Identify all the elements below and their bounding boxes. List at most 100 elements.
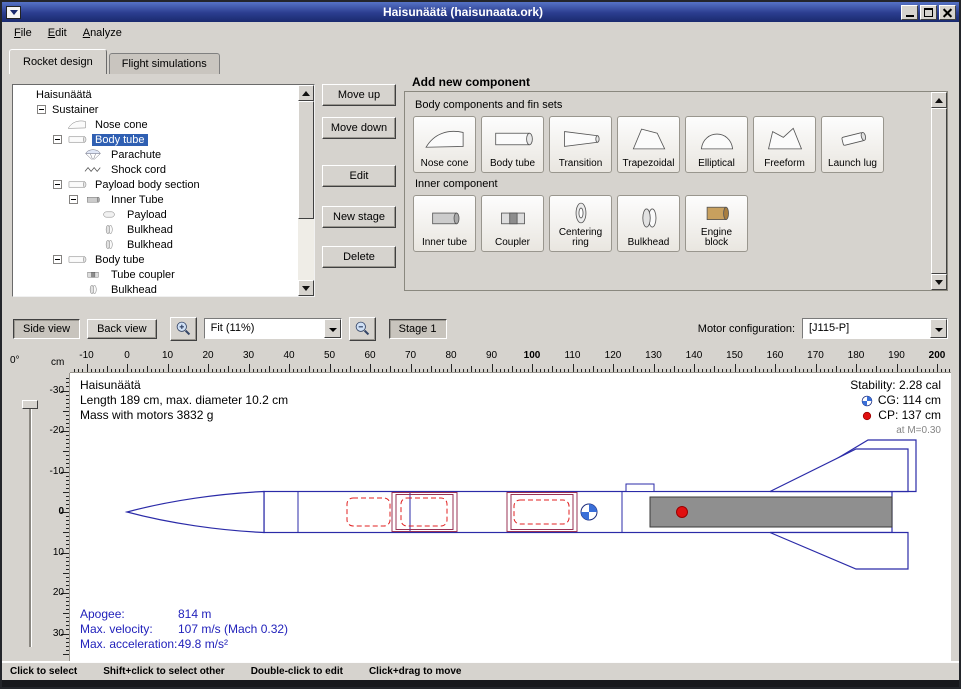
tree-item-parachute[interactable]: Parachute [15, 147, 297, 162]
add-coupler-button[interactable]: Coupler [481, 195, 544, 252]
palette-button-label: Launch lug [828, 159, 877, 170]
cg-icon [861, 395, 873, 407]
add-inner-tube-button[interactable]: Inner tube [413, 195, 476, 252]
tree-item-payload-body-section[interactable]: Payload body section [15, 177, 297, 192]
tree-item-inner-tube[interactable]: Inner Tube [15, 192, 297, 207]
add-trapezoidal-button[interactable]: Trapezoidal [617, 116, 680, 173]
stage-1-button[interactable]: Stage 1 [389, 319, 447, 339]
zoom-out-button[interactable] [349, 317, 376, 341]
palette-button-label: Inner tube [422, 238, 467, 249]
tree-item-bulkhead[interactable]: Bulkhead [15, 222, 297, 237]
tree-item-body-tube[interactable]: Body tube [15, 132, 297, 147]
stability-value: Stability: 2.28 cal [850, 378, 941, 393]
menu-edit[interactable]: Edit [40, 24, 75, 42]
scroll-down-button[interactable] [931, 274, 947, 290]
coupler-icon [488, 198, 538, 238]
tree-item-nose-cone[interactable]: Nose cone [15, 117, 297, 132]
tree-item-shock-cord[interactable]: Shock cord [15, 162, 297, 177]
tree-scrollbar[interactable] [298, 85, 314, 296]
close-button[interactable] [939, 5, 956, 20]
tree-item-body-tube[interactable]: Body tube [15, 252, 297, 267]
slider-handle[interactable] [22, 400, 38, 409]
collapse-icon[interactable] [53, 180, 62, 189]
collapse-icon[interactable] [53, 135, 62, 144]
title-bar[interactable]: Haisunäätä (haisunaata.ork) [2, 2, 959, 22]
motor-configuration-label: Motor configuration: [698, 323, 795, 335]
tree-item-label: Body tube [92, 254, 148, 266]
tree-item-bulkhead[interactable]: Bulkhead [15, 282, 297, 295]
payload-icon [97, 208, 121, 221]
minimize-button[interactable] [901, 5, 918, 20]
inner-tube-icon [81, 193, 105, 206]
app-logo-icon [10, 10, 18, 15]
ruler-unit-label: cm [51, 357, 64, 368]
tree-item-sustainer[interactable]: Sustainer [15, 102, 297, 117]
window-icon[interactable] [6, 6, 21, 19]
tab-rocket-design[interactable]: Rocket design [9, 49, 107, 74]
palette-scrollbar[interactable] [931, 92, 947, 290]
status-bar: Click to selectShift+click to select oth… [2, 661, 959, 680]
rocket-info: Haisunäätä Length 189 cm, max. diameter … [80, 378, 288, 423]
new-stage-button[interactable]: New stage [322, 206, 396, 228]
add-body-tube-button[interactable]: Body tube [481, 116, 544, 173]
launch-lug-icon [828, 119, 878, 159]
add-nose-cone-button[interactable]: Nose cone [413, 116, 476, 173]
palette-sections: Body components and fin setsNose coneBod… [413, 99, 923, 252]
add-elliptical-button[interactable]: Elliptical [685, 116, 748, 173]
move-up-button[interactable]: Move up [322, 84, 396, 106]
motor-configuration-combo[interactable]: [J115-P] [802, 318, 948, 339]
scrollbar-thumb[interactable] [931, 108, 947, 274]
rocket-canvas[interactable]: Haisunäätä Length 189 cm, max. diameter … [70, 373, 951, 661]
trapezoidal-icon [624, 119, 674, 159]
maximize-button[interactable] [920, 5, 937, 20]
add-freeform-button[interactable]: Freeform [753, 116, 816, 173]
palette-button-label: Bulkhead [628, 238, 670, 249]
move-down-button[interactable]: Move down [322, 117, 396, 139]
tree-item-payload[interactable]: Payload [15, 207, 297, 222]
tree-item-haisun-t[interactable]: Haisunäätä [15, 87, 297, 102]
add-transition-button[interactable]: Transition [549, 116, 612, 173]
zoom-out-icon [354, 320, 371, 337]
nose-cone-outline[interactable] [127, 492, 264, 533]
side-view-button[interactable]: Side view [13, 319, 80, 339]
add-engine-block-button[interactable]: Engine block [685, 195, 748, 252]
scroll-down-button[interactable] [298, 280, 314, 296]
collapse-icon[interactable] [37, 105, 46, 114]
palette-button-label: Centering ring [552, 228, 609, 249]
rocket-name: Haisunäätä [80, 378, 288, 393]
status-hint: Click+drag to move [369, 666, 462, 677]
delete-button[interactable]: Delete [322, 246, 396, 268]
tree-item-tube-coupler[interactable]: Tube coupler [15, 267, 297, 282]
collapse-icon[interactable] [53, 255, 62, 264]
scroll-up-button[interactable] [298, 85, 314, 101]
rotation-slider[interactable] [2, 373, 42, 661]
collapse-icon[interactable] [69, 195, 78, 204]
menu-analyze[interactable]: Analyze [75, 24, 130, 42]
add-centering-ring-button[interactable]: Centering ring [549, 195, 612, 252]
zoom-level-combo[interactable]: Fit (11%) [204, 318, 342, 339]
flight-stats: Apogee:814 mMax. velocity:107 m/s (Mach … [80, 607, 288, 652]
rocket-mass: Mass with motors 3832 g [80, 408, 288, 423]
triangle-up-icon [302, 91, 310, 96]
add-bulkhead-button[interactable]: Bulkhead [617, 195, 680, 252]
scroll-up-button[interactable] [931, 92, 947, 108]
tree-item-label: Inner Tube [108, 194, 167, 206]
launch-lug-outline[interactable] [626, 484, 654, 492]
coupler-icon [81, 268, 105, 281]
add-launch-lug-button[interactable]: Launch lug [821, 116, 884, 173]
menu-file[interactable]: File [6, 24, 40, 42]
tree-list: HaisunäätäSustainerNose coneBody tubePar… [15, 87, 297, 295]
palette-section-inner-component: Inner component [415, 178, 923, 190]
engine-block-icon [692, 198, 742, 228]
tab-flight-simulations[interactable]: Flight simulations [109, 53, 220, 74]
scrollbar-thumb[interactable] [298, 101, 314, 219]
body-tube-icon [65, 133, 89, 146]
palette-button-label: Engine block [688, 228, 745, 249]
edit-button[interactable]: Edit [322, 165, 396, 187]
tree-item-label: Bulkhead [108, 284, 160, 296]
tree-item-label: Payload [124, 209, 170, 221]
tree-item-bulkhead[interactable]: Bulkhead [15, 237, 297, 252]
cp-marker [677, 507, 688, 518]
zoom-in-button[interactable] [170, 317, 197, 341]
back-view-button[interactable]: Back view [87, 319, 157, 339]
